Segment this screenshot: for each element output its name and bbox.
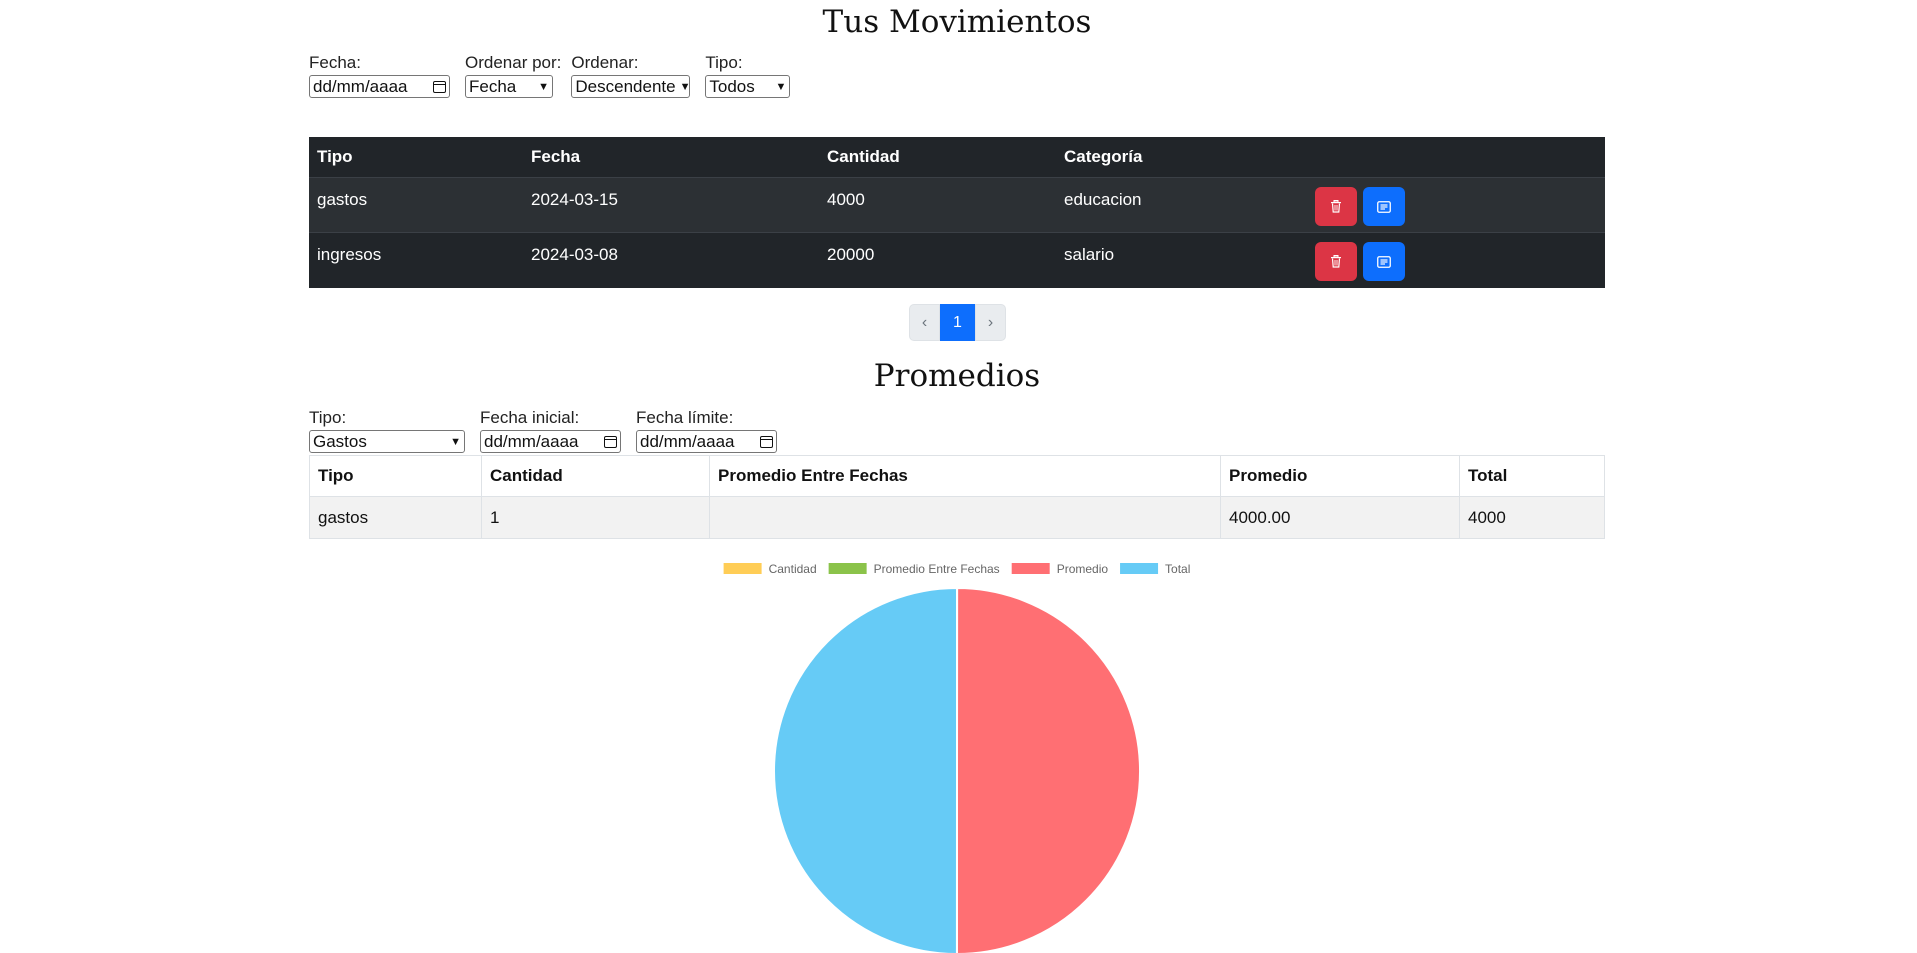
column-header-promedio: Promedio bbox=[1220, 455, 1460, 497]
delete-button[interactable] bbox=[1315, 187, 1357, 226]
column-header-promedio-entre-fechas: Promedio Entre Fechas bbox=[709, 455, 1221, 497]
legend-item[interactable]: Promedio Entre Fechas bbox=[828, 562, 1000, 576]
chevron-down-icon: ▼ bbox=[679, 80, 691, 93]
pagination-prev-button[interactable]: ‹ bbox=[909, 304, 940, 341]
legend-item[interactable]: Cantidad bbox=[723, 562, 817, 576]
legend-swatch bbox=[723, 563, 762, 574]
cell-fecha: 2024-03-08 bbox=[531, 245, 618, 264]
chevron-down-icon: ▼ bbox=[538, 80, 549, 93]
fecha-label: Fecha: bbox=[309, 53, 361, 72]
fecha-input[interactable]: dd/mm/aaaa bbox=[309, 75, 450, 98]
fecha-limite-input[interactable]: dd/mm/aaaa bbox=[636, 430, 777, 453]
trash-icon bbox=[1331, 255, 1341, 268]
cell-cantidad: 4000 bbox=[827, 190, 865, 209]
averages-tipo-select[interactable]: Gastos ▼ bbox=[309, 430, 465, 453]
column-header-cantidad: Cantidad bbox=[827, 147, 900, 166]
column-header-tipo: Tipo bbox=[309, 455, 482, 497]
averages-filters: Tipo: Gastos ▼ Fecha inicial: dd/mm/aaaa… bbox=[309, 408, 792, 453]
fecha-limite-filter: Fecha límite: dd/mm/aaaa bbox=[636, 408, 777, 453]
calendar-icon[interactable] bbox=[760, 435, 773, 448]
averages-tipo-filter: Tipo: Gastos ▼ bbox=[309, 408, 465, 453]
fecha-limite-placeholder: dd/mm/aaaa bbox=[640, 431, 735, 451]
cell-promedio: 4000.00 bbox=[1220, 496, 1460, 539]
ordenar-select[interactable]: Descendente ▼ bbox=[571, 75, 690, 98]
edit-icon bbox=[1377, 200, 1391, 213]
cell-categoria: salario bbox=[1064, 245, 1115, 264]
legend-swatch bbox=[1011, 563, 1050, 574]
fecha-inicial-filter: Fecha inicial: dd/mm/aaaa bbox=[480, 408, 621, 453]
delete-button[interactable] bbox=[1315, 242, 1357, 281]
tipo-filter: Tipo: Todos ▼ bbox=[705, 53, 791, 98]
cell-tipo: ingresos bbox=[317, 245, 382, 264]
cell-categoria: educacion bbox=[1064, 190, 1142, 209]
tipo-select[interactable]: Todos ▼ bbox=[705, 75, 791, 98]
movements-filters: Fecha: dd/mm/aaaa Ordenar por: Fecha ▼ O… bbox=[309, 53, 805, 98]
cell-cantidad: 20000 bbox=[827, 245, 875, 264]
table-row: gastos 2024-03-15 4000 educacion bbox=[309, 177, 1605, 233]
table-header-row: Tipo Cantidad Promedio Entre Fechas Prom… bbox=[309, 455, 1605, 497]
fecha-filter: Fecha: dd/mm/aaaa bbox=[309, 53, 450, 98]
fecha-inicial-label: Fecha inicial: bbox=[480, 408, 580, 427]
ordenar-filter: Ordenar: Descendente ▼ bbox=[571, 53, 690, 98]
table-row: ingresos 2024-03-08 20000 salario bbox=[309, 232, 1605, 288]
edit-button[interactable] bbox=[1363, 187, 1405, 226]
pagination: ‹ 1 › bbox=[909, 304, 1006, 341]
legend-label: Cantidad bbox=[769, 562, 817, 576]
edit-button[interactable] bbox=[1363, 242, 1405, 281]
column-header-cantidad: Cantidad bbox=[481, 455, 710, 497]
pie-slice[interactable] bbox=[955, 586, 1141, 953]
cell-promedio-entre-fechas bbox=[709, 496, 1221, 539]
averages-tipo-label: Tipo: bbox=[309, 408, 347, 427]
legend-label: Total bbox=[1165, 562, 1190, 576]
cell-actions bbox=[1307, 178, 1605, 233]
pagination-page-1[interactable]: 1 bbox=[940, 304, 975, 341]
averages-table: Tipo Cantidad Promedio Entre Fechas Prom… bbox=[309, 455, 1605, 539]
legend-label: Promedio Entre Fechas bbox=[874, 562, 1000, 576]
ordenar-por-filter: Ordenar por: Fecha ▼ bbox=[465, 53, 561, 98]
column-header-actions bbox=[1307, 137, 1605, 178]
ordenar-por-value: Fecha bbox=[469, 76, 517, 96]
column-header-tipo: Tipo bbox=[317, 147, 353, 166]
column-header-total: Total bbox=[1459, 455, 1605, 497]
legend-swatch bbox=[828, 563, 867, 574]
legend-item[interactable]: Promedio bbox=[1011, 562, 1109, 576]
cell-cantidad: 1 bbox=[481, 496, 710, 539]
averages-tipo-value: Gastos bbox=[313, 431, 367, 451]
cell-tipo: gastos bbox=[317, 190, 368, 209]
calendar-icon[interactable] bbox=[604, 435, 617, 448]
pie-slice[interactable] bbox=[773, 586, 958, 953]
fecha-limite-label: Fecha límite: bbox=[636, 408, 734, 427]
table-header-row: Tipo Fecha Cantidad Categoría bbox=[309, 137, 1605, 178]
ordenar-por-label: Ordenar por: bbox=[465, 53, 562, 72]
trash-icon bbox=[1331, 200, 1341, 213]
cell-fecha: 2024-03-15 bbox=[531, 190, 618, 209]
column-header-categoria: Categoría bbox=[1064, 147, 1143, 166]
chevron-down-icon: ▼ bbox=[775, 80, 787, 93]
legend-label: Promedio bbox=[1057, 562, 1109, 576]
chevron-down-icon: ▼ bbox=[450, 435, 461, 448]
movements-table: Tipo Fecha Cantidad Categoría gastos 202… bbox=[309, 137, 1605, 288]
fecha-inicial-placeholder: dd/mm/aaaa bbox=[484, 431, 579, 451]
movements-title: Tus Movimientos bbox=[822, 4, 1092, 40]
pagination-next-button[interactable]: › bbox=[975, 304, 1006, 341]
ordenar-label: Ordenar: bbox=[571, 53, 639, 72]
cell-total: 4000 bbox=[1459, 496, 1605, 539]
legend-swatch bbox=[1120, 563, 1159, 574]
fecha-placeholder: dd/mm/aaaa bbox=[313, 76, 408, 96]
ordenar-value: Descendente bbox=[575, 76, 676, 96]
column-header-fecha: Fecha bbox=[531, 147, 581, 166]
fecha-inicial-input[interactable]: dd/mm/aaaa bbox=[480, 430, 621, 453]
tipo-label: Tipo: bbox=[705, 53, 743, 72]
table-row: gastos 1 4000.00 4000 bbox=[309, 496, 1605, 539]
tipo-value: Todos bbox=[709, 76, 755, 96]
cell-actions bbox=[1307, 233, 1605, 288]
cell-tipo: gastos bbox=[309, 496, 482, 539]
calendar-icon[interactable] bbox=[433, 80, 446, 93]
averages-title: Promedios bbox=[873, 358, 1041, 394]
edit-icon bbox=[1377, 255, 1391, 268]
averages-pie-chart: Cantidad Promedio Entre Fechas Promedio Tot… bbox=[723, 562, 1190, 953]
legend-item[interactable]: Total bbox=[1120, 562, 1190, 576]
ordenar-por-select[interactable]: Fecha ▼ bbox=[465, 75, 553, 98]
